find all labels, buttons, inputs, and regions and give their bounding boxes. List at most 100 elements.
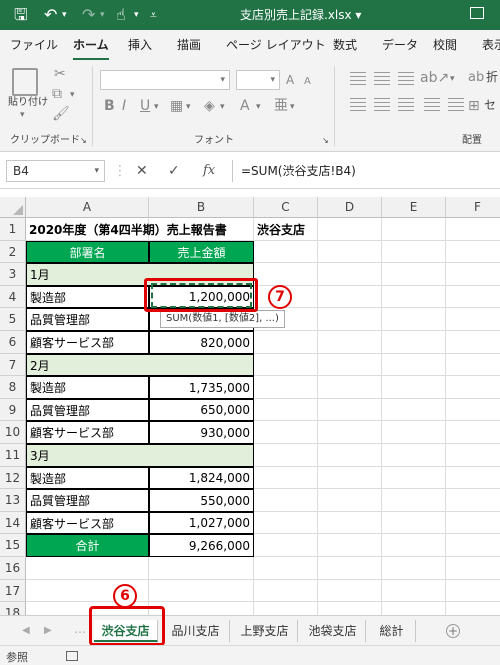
cell-f14[interactable] [446, 512, 500, 534]
touch-dropdown-icon[interactable]: ▾ [134, 5, 139, 25]
tab-draw[interactable]: 描画 [177, 37, 201, 53]
cell-b9[interactable]: 650,000 [149, 399, 254, 421]
merge-center-label[interactable]: セ [484, 98, 496, 112]
row-header-7[interactable]: 7 [0, 354, 26, 376]
cell-f15[interactable] [446, 534, 500, 557]
phonetic-icon[interactable]: 亜 [274, 98, 288, 114]
borders-dropdown-icon[interactable]: ▾ [186, 102, 191, 112]
align-center-icon[interactable] [374, 98, 390, 112]
align-left-icon[interactable] [350, 98, 366, 112]
cell-e10[interactable] [382, 421, 446, 444]
touch-mode-icon[interactable]: ☝ [116, 5, 126, 25]
cell-c9[interactable] [254, 399, 318, 421]
cell-c12[interactable] [254, 467, 318, 489]
sheet-tab-total[interactable]: 総計 [368, 620, 416, 642]
row-header-10[interactable]: 10 [0, 421, 26, 444]
format-painter-icon[interactable]: 🖌 [52, 106, 70, 122]
insert-function-icon[interactable]: fx [203, 162, 215, 180]
redo-icon[interactable]: ↷ [82, 5, 95, 25]
font-name-dropdown-icon[interactable]: ▾ [220, 75, 225, 85]
cell-d6[interactable] [318, 331, 382, 354]
row-header-5[interactable]: 5 [0, 308, 26, 331]
cell-d15[interactable] [318, 534, 382, 557]
cell-b17[interactable] [149, 580, 254, 602]
cell-a4[interactable]: 製造部 [26, 286, 149, 308]
borders-icon[interactable]: ▦ [170, 98, 183, 114]
orientation-icon[interactable]: ab↗ [420, 70, 449, 86]
merge-center-icon[interactable]: ⊞ [468, 98, 480, 114]
fill-color-dropdown-icon[interactable]: ▾ [220, 102, 225, 112]
cell-d7[interactable] [318, 354, 382, 376]
redo-dropdown-icon[interactable]: ▾ [100, 5, 105, 25]
phonetic-dropdown-icon[interactable]: ▾ [290, 102, 295, 112]
cell-b2[interactable]: 売上金額 [149, 241, 254, 263]
clipboard-launcher-icon[interactable]: ↘ [80, 134, 87, 148]
cell-b8[interactable]: 1,735,000 [149, 376, 254, 399]
tab-insert[interactable]: 挿入 [128, 37, 152, 53]
increase-indent-icon[interactable] [448, 98, 464, 112]
align-bottom-icon[interactable] [398, 72, 414, 86]
spreadsheet-grid[interactable]: ABCDEF 1 2020年度（第4四半期）売上報告書 渋谷支店 2 部署名 売上金額 3 1… [0, 189, 500, 615]
formula-input[interactable]: =SUM(渋谷支店!B4) [232, 160, 500, 182]
customize-qat-icon[interactable]: ⩡ [150, 5, 157, 25]
cell-c17[interactable] [254, 580, 318, 602]
sheet-tab-shinagawa[interactable]: 品川支店 [162, 620, 230, 642]
cell-c11[interactable] [254, 444, 318, 467]
row-header-1[interactable]: 1 [0, 218, 26, 241]
cell-d1[interactable] [318, 218, 382, 241]
cell-a16[interactable] [26, 557, 149, 580]
bold-icon[interactable]: B [104, 98, 115, 114]
align-top-icon[interactable] [350, 72, 366, 86]
undo-icon[interactable]: ↶ [44, 5, 57, 25]
align-middle-icon[interactable] [374, 72, 390, 86]
cell-c7[interactable] [254, 354, 318, 376]
cell-d3[interactable] [318, 263, 382, 286]
tab-view[interactable]: 表示 [482, 37, 500, 53]
row-header-3[interactable]: 3 [0, 263, 26, 286]
cell-a9[interactable]: 品質管理部 [26, 399, 149, 421]
cell-e15[interactable] [382, 534, 446, 557]
wrap-text-label[interactable]: 折 [486, 70, 498, 84]
row-header-8[interactable]: 8 [0, 376, 26, 399]
cell-b14[interactable]: 1,027,000 [149, 512, 254, 534]
paste-icon[interactable] [12, 68, 38, 96]
underline-dropdown-icon[interactable]: ▾ [154, 102, 159, 112]
cell-f6[interactable] [446, 331, 500, 354]
wrap-text-icon[interactable]: ab [468, 70, 484, 86]
cell-d2[interactable] [318, 241, 382, 263]
cell-e4[interactable] [382, 286, 446, 308]
tab-home[interactable]: ホーム [73, 37, 109, 61]
cell-f2[interactable] [446, 241, 500, 263]
row-header-4[interactable]: 4 [0, 286, 26, 308]
cell-c14[interactable] [254, 512, 318, 534]
cell-e13[interactable] [382, 489, 446, 512]
cell-d10[interactable] [318, 421, 382, 444]
cell-d8[interactable] [318, 376, 382, 399]
restore-window-icon[interactable] [470, 7, 484, 19]
row-header-15[interactable]: 15 [0, 534, 26, 557]
copy-dropdown-icon[interactable]: ▾ [70, 90, 75, 100]
cell-b6[interactable]: 820,000 [149, 331, 254, 354]
cell-f10[interactable] [446, 421, 500, 444]
cell-b1[interactable] [149, 218, 254, 241]
cell-c1[interactable]: 渋谷支店 [254, 218, 318, 241]
select-all-corner[interactable] [0, 197, 26, 218]
cell-a8[interactable]: 製造部 [26, 376, 149, 399]
cell-c6[interactable] [254, 331, 318, 354]
cell-e14[interactable] [382, 512, 446, 534]
cell-e12[interactable] [382, 467, 446, 489]
undo-dropdown-icon[interactable]: ▾ [62, 5, 67, 25]
save-icon[interactable]: 🖫 [14, 5, 28, 25]
cell-d13[interactable] [318, 489, 382, 512]
italic-icon[interactable]: I [122, 98, 126, 114]
confirm-entry-icon[interactable]: ✓ [168, 162, 180, 180]
cell-f8[interactable] [446, 376, 500, 399]
add-sheet-icon[interactable]: + [446, 624, 460, 638]
cell-d11[interactable] [318, 444, 382, 467]
name-box[interactable]: B4 ▾ [6, 160, 105, 182]
cell-a11[interactable]: 3月 [26, 444, 254, 467]
cell-c16[interactable] [254, 557, 318, 580]
cell-e18[interactable] [382, 602, 446, 615]
row-header-2[interactable]: 2 [0, 241, 26, 263]
cell-f9[interactable] [446, 399, 500, 421]
